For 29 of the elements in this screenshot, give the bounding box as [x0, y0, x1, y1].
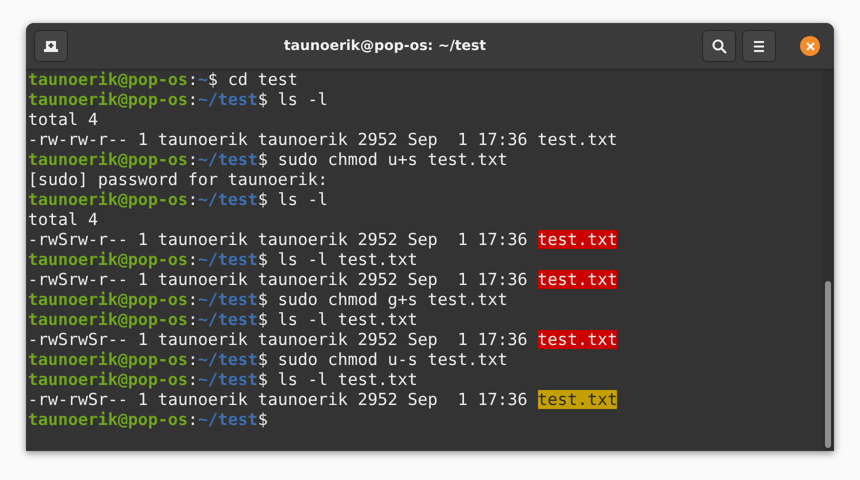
terminal-line: -rwSrw-r-- 1 taunoerik taunoerik 2952 Sep 1 17:36 test.txt: [28, 270, 618, 290]
terminal-line: total 4: [28, 110, 98, 130]
terminal-line: taunoerik@pop-os:~/test$ sudo chmod u+s test.txt: [28, 150, 508, 170]
terminal-line: -rwSrw-r-- 1 taunoerik taunoerik 2952 Sep 1 17:36 test.txt: [28, 230, 618, 250]
terminal-line: -rw-rw-r-- 1 taunoerik taunoerik 2952 Sep 1 17:36 test.txt: [28, 130, 618, 150]
window-title: taunoerik@pop-os: ~/test: [282, 38, 488, 54]
new-tab-icon: [44, 40, 58, 52]
menu-button[interactable]: [742, 30, 776, 62]
menu-icon: [754, 40, 764, 52]
close-button[interactable]: [800, 36, 820, 56]
terminal-line: taunoerik@pop-os:~/test$: [28, 410, 268, 430]
terminal-line: -rw-rwSr-- 1 taunoerik taunoerik 2952 Sep 1 17:36 test.txt: [28, 390, 618, 410]
terminal-line: total 4: [28, 210, 98, 230]
terminal-line: taunoerik@pop-os:~$ cd test: [28, 70, 298, 90]
terminal-line: taunoerik@pop-os:~/test$ ls -l: [28, 90, 328, 110]
close-icon: [806, 42, 814, 50]
search-icon: [712, 38, 726, 54]
terminal-line: taunoerik@pop-os:~/test$ ls -l test.txt: [28, 370, 418, 390]
terminal-line: taunoerik@pop-os:~/test$ sudo chmod u-s test.txt: [28, 350, 508, 370]
terminal-line: taunoerik@pop-os:~/test$ sudo chmod g+s test.txt: [28, 290, 508, 310]
terminal-line: -rwSrwSr-- 1 taunoerik taunoerik 2952 Sep 1 17:36 test.txt: [28, 330, 618, 350]
scrollbar[interactable]: [822, 70, 834, 451]
terminal-line: taunoerik@pop-os:~/test$ ls -l: [28, 190, 328, 210]
scrollbar-thumb[interactable]: [825, 281, 831, 448]
terminal-line: taunoerik@pop-os:~/test$ ls -l test.txt: [28, 250, 418, 270]
terminal-line: [sudo] password for taunoerik:: [28, 170, 328, 190]
new-tab-button[interactable]: [34, 30, 68, 62]
search-button[interactable]: [702, 30, 736, 62]
terminal-line: taunoerik@pop-os:~/test$ ls -l test.txt: [28, 310, 418, 330]
